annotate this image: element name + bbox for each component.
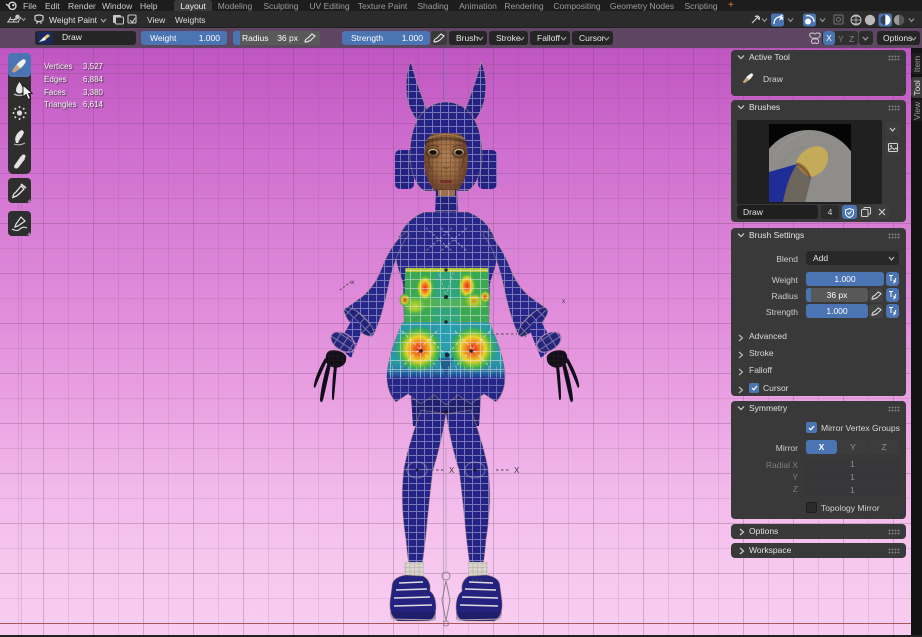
svg-text:X: X [521,330,527,339]
svg-text:X: X [514,466,520,475]
svg-text:x: x [351,279,355,286]
svg-text:x: x [562,298,566,305]
svg-text:X: X [449,466,455,475]
